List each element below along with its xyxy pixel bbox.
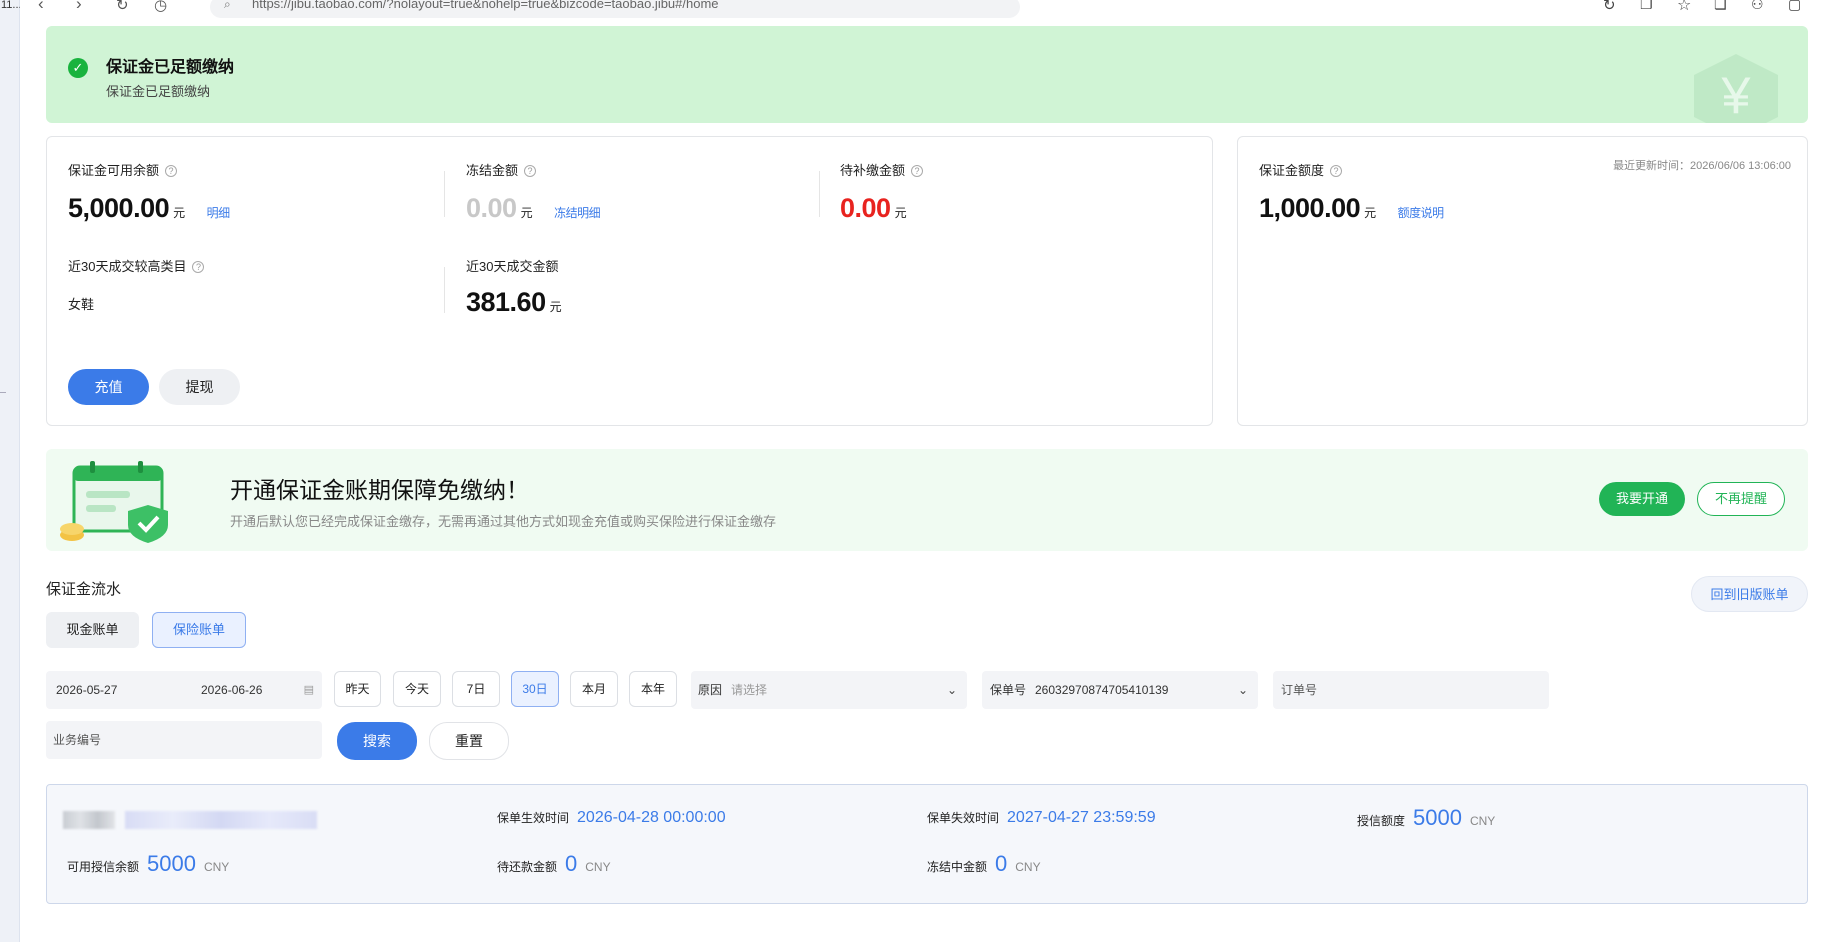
banner-title: 保证金已足额缴纳	[106, 59, 235, 76]
sidebar-divider	[0, 392, 6, 393]
date-start: 2026-05-27	[56, 683, 118, 697]
expire-time: 保单失效时间 2027-04-27 23:59:59	[927, 809, 1156, 826]
url-text: https://jibu.taobao.com/?nolayout=true&n…	[252, 0, 719, 11]
available-balance-label: 保证金可用余额?	[68, 160, 178, 179]
quick-today[interactable]: 今天	[393, 671, 441, 707]
turnover-label: 近30天成交金额	[466, 259, 559, 274]
recharge-button[interactable]: 充值	[68, 369, 149, 405]
divider	[819, 171, 820, 217]
effective-time: 保单生效时间 2026-04-28 00:00:00	[497, 809, 726, 826]
frozen-amount-label: 冻结金额?	[466, 160, 537, 179]
favorite-star-icon[interactable]: ☆	[1677, 0, 1691, 15]
business-number-placeholder: 业务编号	[53, 733, 102, 747]
policy-value: 26032970874705410139	[1035, 683, 1169, 697]
credit-limit: 授信额度 5000 CNY	[1357, 805, 1496, 830]
quick-this-year[interactable]: 本年	[629, 671, 677, 707]
reload-icon[interactable]: ↻	[116, 0, 129, 14]
divider	[444, 171, 445, 217]
back-icon[interactable]: ‹	[38, 0, 44, 14]
tab-cash-bill[interactable]: 现金账单	[46, 612, 139, 648]
enable-button[interactable]: 我要开通	[1599, 482, 1685, 516]
pending-repayment: 待还款金额 0 CNY	[497, 851, 611, 876]
collections-icon[interactable]: ❏	[1714, 0, 1727, 13]
available-credit: 可用授信余额 5000 CNY	[67, 851, 230, 876]
balance-detail-link[interactable]: 明细	[207, 206, 231, 220]
top-category-value: 女鞋	[68, 297, 95, 312]
refresh-icon[interactable]: ↻	[1603, 0, 1616, 14]
search-icon: ⌕	[224, 0, 231, 11]
chat-icon[interactable]: ▢	[1788, 0, 1801, 13]
help-icon[interactable]: ?	[524, 165, 537, 177]
available-balance-amount: 5,000.00 元明细	[68, 193, 231, 223]
divider	[444, 267, 445, 313]
yen-shield-icon: ¥	[1694, 54, 1778, 123]
calendar-icon: ▤	[303, 684, 314, 696]
date-end: 2026-06-26	[201, 683, 263, 697]
quota-amount: 1,000.00 元额度说明	[1259, 193, 1445, 223]
date-range-picker[interactable]: 2026-05-27 2026-06-26 ▤	[46, 671, 322, 709]
help-icon[interactable]: ?	[165, 165, 178, 177]
quota-card: 保证金额度? 最近更新时间：2026/06/06 13:06:00 1,000.…	[1237, 136, 1808, 426]
old-bill-button[interactable]: 回到旧版账单	[1691, 576, 1808, 612]
frozen-credit: 冻结中金额 0 CNY	[927, 851, 1041, 876]
address-bar[interactable]: ⌕ https://jibu.taobao.com/?nolayout=true…	[210, 0, 1020, 18]
forward-icon[interactable]: ›	[76, 0, 82, 14]
quota-explain-link[interactable]: 额度说明	[1398, 206, 1445, 220]
policy-label: 保单号	[990, 683, 1027, 697]
reason-label: 原因	[698, 683, 723, 697]
chevron-down-icon: ⌄	[946, 683, 957, 697]
browser-toolbar: ‹ › ↻ ◷ ⌕ https://jibu.taobao.com/?nolay…	[20, 0, 1821, 18]
split-view-icon[interactable]: ❐	[1640, 0, 1653, 13]
promo-title: 开通保证金账期保障免缴纳！	[230, 477, 529, 503]
withdraw-button[interactable]: 提现	[159, 369, 240, 405]
balance-card: 保证金可用余额? 5,000.00 元明细 冻结金额? 0.00 元冻结明细 待补缴…	[46, 136, 1213, 426]
redacted-name	[63, 811, 115, 829]
pending-amount: 0.00 元	[840, 193, 907, 223]
extensions-icon[interactable]: ⚇	[1751, 0, 1764, 13]
reset-button[interactable]: 重置	[429, 722, 509, 760]
banner-subtitle: 保证金已足额缴纳	[106, 84, 211, 99]
frozen-amount: 0.00 元冻结明细	[466, 193, 601, 223]
quick-30-days[interactable]: 30日	[511, 671, 559, 707]
reason-placeholder: 请选择	[731, 683, 768, 697]
top-category-label: 近30天成交较高类目?	[68, 256, 205, 275]
search-button[interactable]: 搜索	[337, 722, 417, 760]
flow-section-title: 保证金流水	[46, 581, 122, 598]
help-icon[interactable]: ?	[911, 165, 924, 177]
help-icon[interactable]: ?	[1330, 165, 1343, 177]
history-icon[interactable]: ◷	[154, 0, 167, 14]
success-check-icon: ✓	[68, 58, 88, 78]
tab-insurance-bill[interactable]: 保险账单	[152, 612, 246, 648]
turnover-amount: 381.60 元	[466, 287, 562, 317]
reason-select[interactable]: 原因 请选择 ⌄	[691, 671, 967, 709]
sidebar-tab-label[interactable]: 11...	[1, 0, 22, 11]
deposit-status-banner: ✓ 保证金已足额缴纳 保证金已足额缴纳 ¥	[46, 26, 1808, 123]
order-number-placeholder: 订单号	[1281, 683, 1318, 697]
last-updated-time: 最近更新时间：2026/06/06 13:06:00	[1613, 160, 1791, 172]
policy-number-select[interactable]: 保单号 26032970874705410139 ⌄	[982, 671, 1258, 709]
quick-yesterday[interactable]: 昨天	[334, 671, 381, 707]
pending-amount-label: 待补缴金额?	[840, 160, 924, 179]
frozen-detail-link[interactable]: 冻结明细	[554, 206, 601, 220]
quota-label: 保证金额度?	[1259, 160, 1343, 179]
promo-banner: 开通保证金账期保障免缴纳！ 开通后默认您已经完成保证金缴存，无需再通过其他方式如…	[46, 449, 1808, 551]
quick-this-month[interactable]: 本月	[570, 671, 618, 707]
help-icon[interactable]: ?	[192, 261, 205, 273]
promo-description: 开通后默认您已经完成保证金缴存，无需再通过其他方式如现金充值或购买保险进行保证金…	[230, 514, 777, 529]
business-number-input[interactable]: 业务编号	[46, 721, 322, 759]
calendar-shield-illustration	[60, 461, 168, 543]
policy-result-card: 保单生效时间 2026-04-28 00:00:00 保单失效时间 2027-04-…	[46, 784, 1808, 904]
quick-7-days[interactable]: 7日	[452, 671, 500, 707]
redacted-policy-info	[125, 811, 317, 829]
chevron-down-icon: ⌄	[1237, 683, 1248, 697]
dismiss-button[interactable]: 不再提醒	[1697, 482, 1785, 516]
order-number-input[interactable]: 订单号	[1273, 671, 1549, 709]
left-sidebar-strip: 11...	[0, 0, 22, 942]
